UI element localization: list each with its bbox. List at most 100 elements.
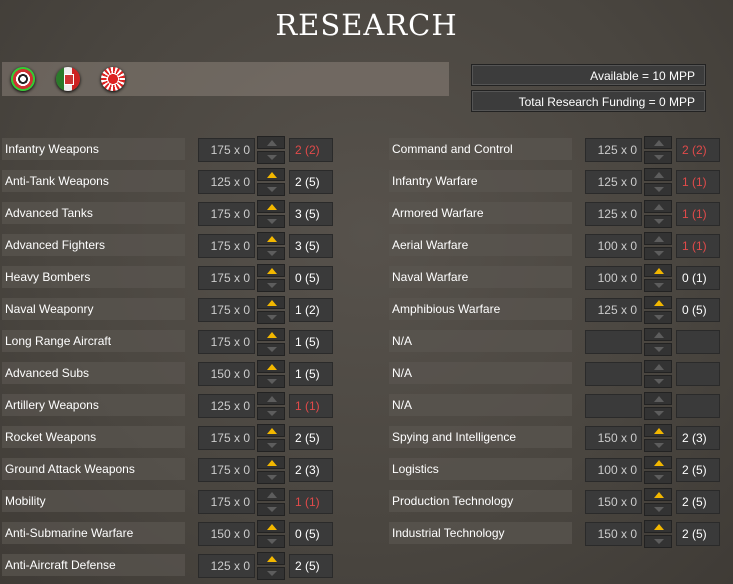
increase-arrow-icon[interactable] <box>257 264 285 277</box>
investment-stepper[interactable] <box>644 264 672 292</box>
decrease-arrow-icon[interactable] <box>257 375 285 388</box>
decrease-arrow-icon[interactable] <box>257 215 285 228</box>
investment-stepper[interactable] <box>644 424 672 452</box>
decrease-arrow-icon[interactable] <box>644 407 672 420</box>
italian-flag-icon[interactable] <box>56 67 80 91</box>
tech-level: 1 (5) <box>289 362 333 386</box>
investment-stepper[interactable] <box>644 328 672 356</box>
decrease-arrow-icon[interactable] <box>644 151 672 164</box>
increase-arrow-icon[interactable] <box>257 232 285 245</box>
increase-arrow-icon[interactable] <box>257 456 285 469</box>
increase-arrow-icon[interactable] <box>644 136 672 149</box>
increase-arrow-icon[interactable] <box>257 296 285 309</box>
investment-stepper[interactable] <box>644 296 672 324</box>
decrease-arrow-icon[interactable] <box>644 183 672 196</box>
increase-arrow-icon[interactable] <box>257 392 285 405</box>
increase-arrow-icon[interactable] <box>257 200 285 213</box>
decrease-arrow-icon[interactable] <box>644 471 672 484</box>
decrease-arrow-icon[interactable] <box>257 183 285 196</box>
investment-stepper[interactable] <box>644 360 672 388</box>
tech-cost <box>585 362 642 386</box>
japanese-flag-icon[interactable] <box>101 67 125 91</box>
decrease-arrow-icon[interactable] <box>644 375 672 388</box>
investment-stepper[interactable] <box>257 200 285 228</box>
decrease-arrow-icon[interactable] <box>257 471 285 484</box>
increase-arrow-icon[interactable] <box>644 232 672 245</box>
investment-stepper[interactable] <box>257 456 285 484</box>
tech-name: Production Technology <box>389 490 572 512</box>
increase-arrow-icon[interactable] <box>644 424 672 437</box>
tech-name: Aerial Warfare <box>389 234 572 256</box>
investment-stepper[interactable] <box>257 424 285 452</box>
investment-stepper[interactable] <box>644 200 672 228</box>
investment-stepper[interactable] <box>257 328 285 356</box>
decrease-arrow-icon[interactable] <box>257 247 285 260</box>
decrease-arrow-icon[interactable] <box>644 279 672 292</box>
investment-stepper[interactable] <box>257 360 285 388</box>
investment-stepper[interactable] <box>644 136 672 164</box>
increase-arrow-icon[interactable] <box>257 552 285 565</box>
tech-cost: 150 x 0 <box>585 426 642 450</box>
decrease-arrow-icon[interactable] <box>644 215 672 228</box>
tech-cost: 125 x 0 <box>585 138 642 162</box>
increase-arrow-icon[interactable] <box>257 328 285 341</box>
german-flag-icon[interactable] <box>11 67 35 91</box>
decrease-arrow-icon[interactable] <box>257 343 285 356</box>
investment-stepper[interactable] <box>257 392 285 420</box>
investment-stepper[interactable] <box>644 232 672 260</box>
increase-arrow-icon[interactable] <box>644 200 672 213</box>
decrease-arrow-icon[interactable] <box>644 535 672 548</box>
increase-arrow-icon[interactable] <box>644 168 672 181</box>
tech-level: 1 (2) <box>289 298 333 322</box>
tech-cost: 150 x 0 <box>585 490 642 514</box>
investment-stepper[interactable] <box>257 232 285 260</box>
tech-name: N/A <box>389 394 572 416</box>
increase-arrow-icon[interactable] <box>257 360 285 373</box>
decrease-arrow-icon[interactable] <box>644 503 672 516</box>
investment-stepper[interactable] <box>644 456 672 484</box>
decrease-arrow-icon[interactable] <box>257 567 285 580</box>
investment-stepper[interactable] <box>257 136 285 164</box>
increase-arrow-icon[interactable] <box>644 392 672 405</box>
tech-name: Anti-Submarine Warfare <box>2 522 185 544</box>
increase-arrow-icon[interactable] <box>644 360 672 373</box>
decrease-arrow-icon[interactable] <box>644 247 672 260</box>
investment-stepper[interactable] <box>257 296 285 324</box>
increase-arrow-icon[interactable] <box>644 488 672 501</box>
investment-stepper[interactable] <box>257 520 285 548</box>
tech-cost: 175 x 0 <box>198 298 255 322</box>
investment-stepper[interactable] <box>257 552 285 580</box>
tech-level: 0 (5) <box>289 522 333 546</box>
decrease-arrow-icon[interactable] <box>257 151 285 164</box>
investment-stepper[interactable] <box>257 264 285 292</box>
increase-arrow-icon[interactable] <box>644 296 672 309</box>
increase-arrow-icon[interactable] <box>257 520 285 533</box>
increase-arrow-icon[interactable] <box>644 456 672 469</box>
decrease-arrow-icon[interactable] <box>257 311 285 324</box>
tech-cost: 100 x 0 <box>585 266 642 290</box>
tech-name: Mobility <box>2 490 185 512</box>
decrease-arrow-icon[interactable] <box>257 535 285 548</box>
increase-arrow-icon[interactable] <box>257 136 285 149</box>
increase-arrow-icon[interactable] <box>644 520 672 533</box>
decrease-arrow-icon[interactable] <box>257 407 285 420</box>
increase-arrow-icon[interactable] <box>644 328 672 341</box>
investment-stepper[interactable] <box>644 392 672 420</box>
decrease-arrow-icon[interactable] <box>644 311 672 324</box>
investment-stepper[interactable] <box>257 168 285 196</box>
increase-arrow-icon[interactable] <box>644 264 672 277</box>
tech-cost: 175 x 0 <box>198 458 255 482</box>
increase-arrow-icon[interactable] <box>257 488 285 501</box>
investment-stepper[interactable] <box>257 488 285 516</box>
increase-arrow-icon[interactable] <box>257 424 285 437</box>
decrease-arrow-icon[interactable] <box>644 439 672 452</box>
decrease-arrow-icon[interactable] <box>257 503 285 516</box>
investment-stepper[interactable] <box>644 168 672 196</box>
decrease-arrow-icon[interactable] <box>644 343 672 356</box>
increase-arrow-icon[interactable] <box>257 168 285 181</box>
tech-level: 1 (1) <box>289 490 333 514</box>
investment-stepper[interactable] <box>644 520 672 548</box>
decrease-arrow-icon[interactable] <box>257 279 285 292</box>
investment-stepper[interactable] <box>644 488 672 516</box>
decrease-arrow-icon[interactable] <box>257 439 285 452</box>
